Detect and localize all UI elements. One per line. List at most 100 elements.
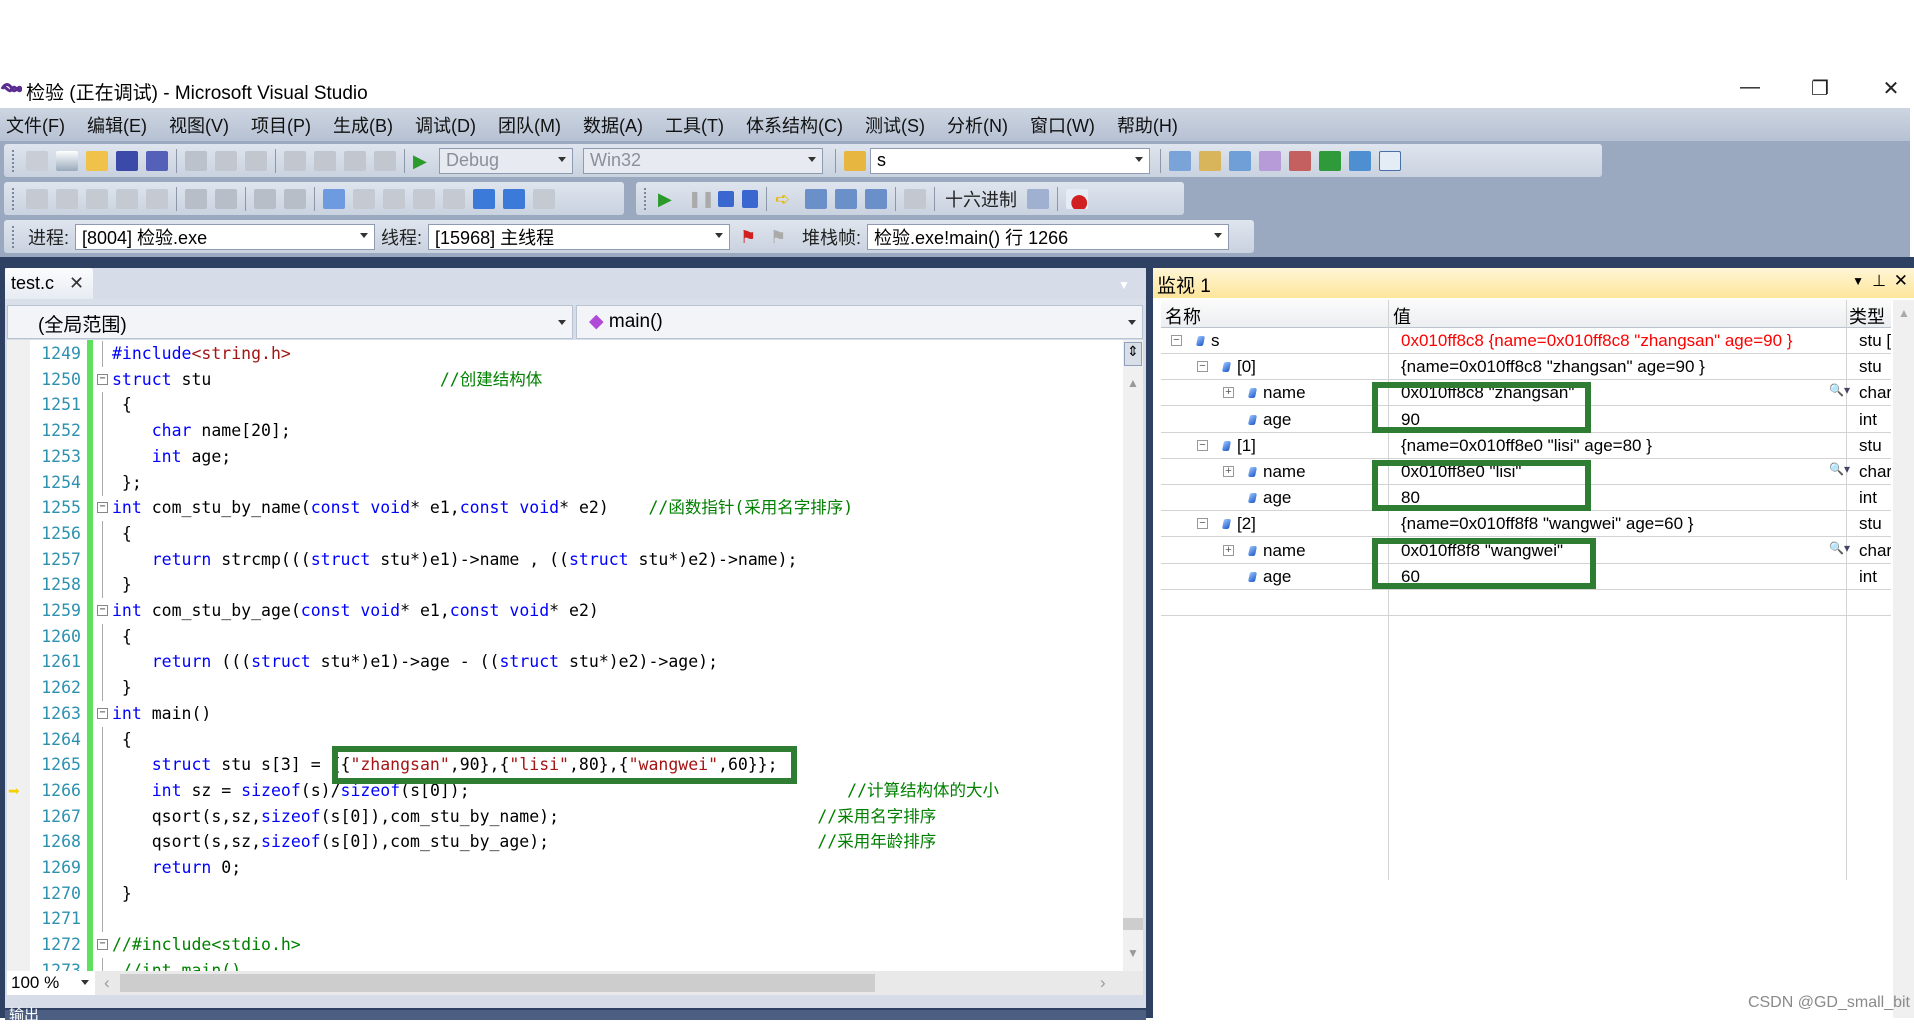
- scroll-down-icon[interactable]: ▼: [1127, 946, 1139, 960]
- outdent-icon[interactable]: [185, 188, 207, 209]
- open-file-icon[interactable]: [86, 150, 108, 171]
- parameter-info-icon[interactable]: [56, 188, 78, 209]
- toolbox-icon[interactable]: [1259, 150, 1281, 171]
- menu-item[interactable]: 体系结构(C): [746, 112, 854, 138]
- collapse-icon[interactable]: −: [97, 707, 108, 719]
- menu-item[interactable]: 测试(S): [865, 112, 936, 138]
- menu-item[interactable]: 调试(D): [415, 112, 487, 138]
- stop-debugging-icon[interactable]: [718, 190, 734, 207]
- text-visualizer-icon[interactable]: 🔍▾: [1829, 541, 1850, 555]
- code-line[interactable]: 1260 {: [7, 623, 1123, 650]
- menu-item[interactable]: 文件(F): [6, 112, 76, 138]
- member-list-icon[interactable]: [26, 188, 48, 209]
- thread-dropdown[interactable]: [15968] 主线程: [428, 223, 731, 250]
- code-line[interactable]: 1257 return strcmp(((struct stu*)e1)->na…: [7, 546, 1123, 573]
- find-in-files-icon[interactable]: [844, 150, 866, 171]
- member-dropdown[interactable]: ◆ main(): [576, 305, 1143, 339]
- menu-item[interactable]: 帮助(H): [1117, 112, 1189, 138]
- continue-icon[interactable]: ▶: [658, 189, 680, 209]
- expand-icon[interactable]: +: [1223, 466, 1234, 477]
- column-name-header[interactable]: 名称: [1165, 303, 1201, 329]
- platform-dropdown[interactable]: Win32: [583, 147, 823, 174]
- command-window-icon[interactable]: [1379, 150, 1401, 171]
- properties-icon[interactable]: [1199, 150, 1221, 171]
- next-bookmark-folder-icon[interactable]: [443, 188, 465, 209]
- code-area[interactable]: 1249 #include<string.h> 1250− struct stu //…: [7, 340, 1123, 971]
- tools-icon[interactable]: [1289, 150, 1311, 171]
- uncomment-icon[interactable]: [284, 188, 306, 209]
- window-position-chevron-icon[interactable]: ▼: [1852, 274, 1864, 288]
- watch-row[interactable]: − s 0x010ff8c8 {name=0x010ff8c8 "zhangsan"…: [1161, 328, 1891, 354]
- horizontal-scroll-thumb[interactable]: [120, 974, 875, 992]
- code-line[interactable]: 1268 qsort(s,sz,sizeof(s[0]),com_stu_by_…: [7, 829, 1123, 856]
- step-out-icon[interactable]: [865, 188, 887, 209]
- collapse-icon[interactable]: −: [1197, 361, 1208, 373]
- minimize-button[interactable]: —: [1730, 76, 1770, 102]
- code-line[interactable]: 1251 {: [7, 392, 1123, 419]
- watch-vertical-scrollbar[interactable]: ▲: [1893, 300, 1914, 1018]
- scroll-thumb[interactable]: [1123, 918, 1143, 930]
- code-line[interactable]: 1270 }: [7, 880, 1123, 907]
- scroll-up-icon[interactable]: ▲: [1127, 376, 1139, 390]
- watch-value[interactable]: 0x010ff8c8 {name=0x010ff8c8 "zhangsan" a…: [1401, 331, 1841, 351]
- watch-row[interactable]: − [2] {name=0x010ff8f8 "wangwei" age=60 } s…: [1161, 511, 1891, 538]
- restore-button[interactable]: ❐: [1800, 76, 1840, 102]
- process-dropdown[interactable]: [8004] 检验.exe: [75, 223, 376, 250]
- code-line[interactable]: 1273 //int main(): [7, 957, 1123, 971]
- add-item-icon[interactable]: [56, 150, 78, 171]
- pin-icon[interactable]: ⊥: [1872, 271, 1886, 291]
- collapse-icon[interactable]: −: [97, 605, 108, 616]
- column-type-header[interactable]: 类型: [1849, 303, 1885, 329]
- quick-info-icon[interactable]: [86, 188, 108, 209]
- text-visualizer-icon[interactable]: 🔍▾: [1829, 383, 1850, 397]
- indent-icon[interactable]: [215, 188, 237, 209]
- clear-bookmarks-icon[interactable]: [533, 188, 555, 209]
- undo-icon[interactable]: [284, 150, 306, 171]
- hexadecimal-toggle[interactable]: 十六进制: [945, 186, 1017, 212]
- step-over-icon[interactable]: [835, 188, 857, 209]
- comment-out-icon[interactable]: [254, 188, 276, 209]
- step-into-icon[interactable]: [805, 188, 827, 209]
- menu-item[interactable]: 生成(B): [333, 112, 404, 138]
- start-debugging-icon[interactable]: ▶: [413, 151, 435, 171]
- code-line[interactable]: 1252 char name[20];: [7, 418, 1123, 445]
- breakpoints-window-icon[interactable]: [1066, 188, 1088, 209]
- code-line[interactable]: 1259− int com_stu_by_age(const void* e1,c…: [7, 598, 1123, 624]
- tab-close-icon[interactable]: ✕: [69, 273, 84, 293]
- flag-thread-icon[interactable]: ⚑: [740, 227, 762, 247]
- code-line[interactable]: 1254 };: [7, 469, 1123, 496]
- split-handle-icon[interactable]: ⇕: [1124, 342, 1142, 366]
- text-visualizer-icon[interactable]: 🔍▾: [1829, 462, 1850, 476]
- code-line[interactable]: 1258 }: [7, 572, 1123, 599]
- paste-icon[interactable]: [245, 150, 267, 171]
- show-next-statement-icon[interactable]: ➪: [775, 189, 797, 209]
- code-line[interactable]: 1267 qsort(s,sz,sizeof(s[0]),com_stu_by_…: [7, 803, 1123, 830]
- code-line[interactable]: 1249 #include<string.h>: [7, 341, 1123, 367]
- watch-empty-row[interactable]: [1161, 590, 1891, 616]
- menu-item[interactable]: 窗口(W): [1030, 112, 1106, 138]
- column-value-header[interactable]: 值: [1393, 303, 1411, 329]
- scope-dropdown[interactable]: (全局范围): [7, 305, 573, 339]
- solution-config-dropdown[interactable]: Debug: [439, 147, 573, 174]
- editor-vertical-scrollbar[interactable]: ⇕ ▲ ▼: [1123, 340, 1143, 971]
- previous-bookmark-document-icon[interactable]: [473, 188, 495, 209]
- save-all-icon[interactable]: [146, 150, 168, 171]
- watch-value[interactable]: {name=0x010ff8c8 "zhangsan" age=90 }: [1401, 357, 1841, 377]
- toggle-bookmark-icon[interactable]: [323, 188, 345, 209]
- solution-explorer-icon[interactable]: [1169, 150, 1191, 171]
- code-line[interactable]: 1269 return 0;: [7, 855, 1123, 881]
- add-watch-icon[interactable]: [1027, 188, 1049, 209]
- menu-item[interactable]: 工具(T): [665, 112, 735, 138]
- menu-item[interactable]: 编辑(E): [87, 112, 158, 138]
- expand-icon[interactable]: +: [1223, 544, 1234, 556]
- collapse-icon[interactable]: −: [1171, 335, 1182, 346]
- collapse-icon[interactable]: −: [97, 502, 108, 514]
- copy-icon[interactable]: [215, 150, 237, 171]
- toolbar-grip[interactable]: [12, 225, 16, 248]
- menu-item[interactable]: 团队(M): [498, 112, 572, 138]
- stack-frame-dropdown[interactable]: 检验.exe!main() 行 1266: [867, 223, 1230, 250]
- code-line[interactable]: 1263 − int main(): [7, 701, 1123, 727]
- watch-row[interactable]: − [1] {name=0x010ff8e0 "lisi" age=80 } stu: [1161, 433, 1891, 459]
- watch-value[interactable]: {name=0x010ff8e0 "lisi" age=80 }: [1401, 436, 1841, 456]
- close-window-button[interactable]: ✕: [1871, 76, 1911, 102]
